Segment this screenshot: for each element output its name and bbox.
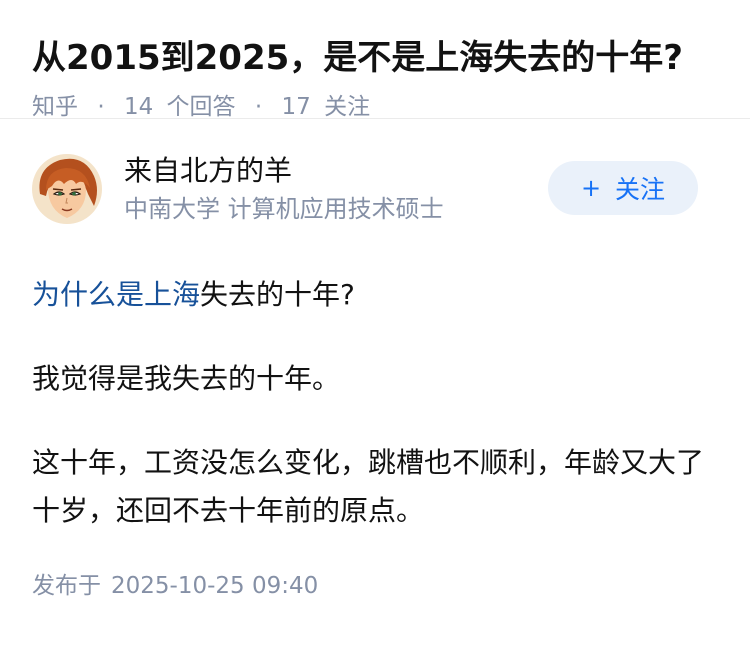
follower-count-label: 关注 bbox=[324, 94, 371, 120]
paragraph-text: 失去的十年? bbox=[200, 278, 355, 311]
publish-timestamp: 2025-10-25 09:40 bbox=[111, 573, 319, 599]
avatar-illustration bbox=[32, 154, 102, 224]
follower-count: 17 bbox=[281, 94, 311, 120]
follow-button[interactable]: + 关注 bbox=[548, 161, 698, 215]
answer-paragraph: 这十年，工资没怎么变化，跳槽也不顺利，年龄又大了十岁，还回不去十年前的原点。 bbox=[32, 446, 705, 527]
follow-button-label: 关注 bbox=[615, 175, 666, 204]
source-label[interactable]: 知乎 bbox=[32, 94, 78, 120]
author-name[interactable]: 来自北方的羊 bbox=[124, 152, 292, 190]
answer-count-label: 个回答 bbox=[166, 94, 236, 120]
cartoon-avatar-icon[interactable] bbox=[32, 154, 102, 224]
question-title[interactable]: 从2015到2025，是不是上海失去的十年? bbox=[32, 32, 718, 84]
meta-separator: · bbox=[97, 94, 105, 120]
plus-icon: + bbox=[580, 174, 602, 202]
answer-count: 14 bbox=[123, 94, 154, 120]
question-header: 从2015到2025，是不是上海失去的十年? 知乎 · 14 个回答 · 17 … bbox=[0, 0, 750, 120]
answer-card: 来自北方的羊 中南大学 计算机应用技术硕士 + 关注 为什么是上海失去的十年? … bbox=[0, 152, 750, 603]
inline-search-link[interactable]: 为什么是上海 bbox=[32, 278, 200, 311]
answer-paragraph: 我觉得是我失去的十年。 bbox=[32, 362, 341, 395]
author-bio: 中南大学 计算机应用技术硕士 bbox=[124, 195, 444, 223]
meta-separator: · bbox=[254, 94, 263, 120]
publish-time: 发布于 2025-10-25 09:40 bbox=[32, 569, 718, 603]
publish-label: 发布于 bbox=[32, 573, 101, 599]
question-meta: 知乎 · 14 个回答 · 17 关注 bbox=[32, 90, 718, 124]
answer-paragraph: 为什么是上海失去的十年? bbox=[32, 271, 718, 319]
answer-content: 为什么是上海失去的十年? 我觉得是我失去的十年。 这十年，工资没怎么变化，跳槽也… bbox=[32, 271, 718, 535]
author-info: 来自北方的羊 中南大学 计算机应用技术硕士 + 关注 bbox=[32, 152, 718, 252]
